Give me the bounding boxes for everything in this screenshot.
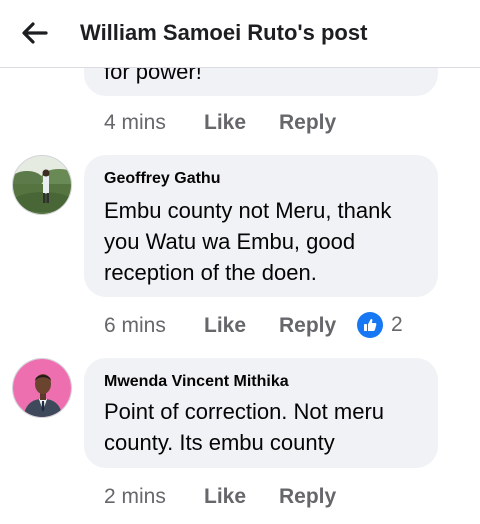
comment-time: 2 mins bbox=[104, 485, 166, 508]
comment-text-line: reception of the doen. bbox=[104, 260, 317, 285]
comment-time: 4 mins bbox=[104, 111, 166, 134]
comment-text: Embu county not Meru, thank you Watu wa … bbox=[104, 195, 434, 288]
comment-text-line: Embu county not Meru, thank bbox=[104, 198, 392, 223]
page-title: William Samoei Ruto's post bbox=[80, 20, 368, 45]
reaction-summary[interactable]: 2 bbox=[357, 312, 403, 338]
comment-bubble: Mwenda Vincent Mithika Point of correcti… bbox=[84, 358, 438, 468]
reaction-count: 2 bbox=[391, 313, 403, 336]
comment-time: 6 mins bbox=[104, 314, 166, 337]
thumbs-up-icon bbox=[357, 312, 383, 338]
avatar-photo bbox=[13, 359, 71, 417]
like-button[interactable]: Like bbox=[204, 314, 246, 338]
comment-text-line: county. Its embu county bbox=[104, 430, 335, 455]
back-button[interactable] bbox=[20, 18, 50, 48]
comment-text-line: you Watu wa Embu, good bbox=[104, 229, 356, 254]
comment-text: Point of correction. Not meru county. It… bbox=[104, 396, 434, 458]
reply-button[interactable]: Reply bbox=[279, 314, 336, 338]
reply-button[interactable]: Reply bbox=[279, 111, 336, 135]
comment-author[interactable]: Mwenda Vincent Mithika bbox=[104, 373, 289, 391]
avatar-photo bbox=[13, 156, 71, 214]
like-button[interactable]: Like bbox=[204, 111, 246, 135]
comment-author[interactable]: Geoffrey Gathu bbox=[104, 170, 220, 188]
comment-text-line: Point of correction. Not meru bbox=[104, 399, 385, 424]
comment-bubble: Geoffrey Gathu Embu county not Meru, tha… bbox=[84, 155, 438, 297]
reply-button[interactable]: Reply bbox=[279, 485, 336, 509]
avatar[interactable] bbox=[12, 155, 72, 215]
avatar[interactable] bbox=[12, 358, 72, 418]
post-header: William Samoei Ruto's post bbox=[0, 0, 480, 68]
like-button[interactable]: Like bbox=[204, 485, 246, 509]
arrow-left-icon bbox=[22, 22, 48, 44]
